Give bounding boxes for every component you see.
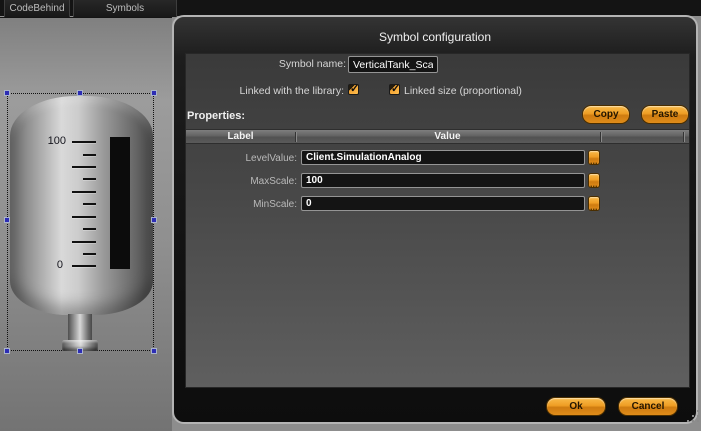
paste-button[interactable]: Paste bbox=[641, 105, 689, 124]
scale-tick bbox=[72, 241, 96, 243]
ellipsis-button[interactable] bbox=[588, 196, 600, 211]
linked-library-label: Linked with the library: bbox=[186, 85, 344, 97]
dialog-title: Symbol configuration bbox=[174, 30, 696, 44]
selection-handle-top-right[interactable] bbox=[151, 90, 157, 96]
selection-handle-middle-right[interactable] bbox=[151, 217, 157, 223]
scale-tick bbox=[72, 265, 96, 267]
tab-codebehind[interactable]: CodeBehind bbox=[4, 0, 70, 17]
scale-tick bbox=[83, 154, 96, 156]
design-canvas[interactable]: 100 0 bbox=[0, 18, 172, 431]
scale-max-label: 100 bbox=[30, 135, 66, 147]
cancel-button[interactable]: Cancel bbox=[618, 397, 678, 416]
column-header-value: Value bbox=[295, 131, 600, 142]
selection-handle-middle-left[interactable] bbox=[4, 217, 10, 223]
dialog-content-panel: Symbol name: Linked with the library: Li… bbox=[185, 53, 690, 388]
tab-symbols[interactable]: Symbols bbox=[73, 0, 177, 17]
scale-tick bbox=[72, 166, 96, 168]
resize-grip[interactable] bbox=[686, 409, 701, 424]
ellipsis-button[interactable] bbox=[588, 150, 600, 165]
property-row-value-input[interactable] bbox=[301, 173, 585, 188]
property-row-label: MaxScale: bbox=[186, 176, 297, 187]
scale-tick bbox=[83, 203, 96, 205]
property-row-label: MinScale: bbox=[186, 199, 297, 210]
vertical-tank-symbol[interactable] bbox=[10, 96, 153, 315]
tank-outlet-pipe bbox=[68, 314, 92, 341]
properties-table-header: Label Value bbox=[186, 129, 689, 144]
scale-tick bbox=[72, 141, 96, 143]
ellipsis-button[interactable] bbox=[588, 173, 600, 188]
column-separator bbox=[295, 132, 296, 142]
scale-tick bbox=[83, 253, 96, 255]
selection-handle-bottom-right[interactable] bbox=[151, 348, 157, 354]
property-row-value-input[interactable] bbox=[301, 150, 585, 165]
symbol-editor-screen: CodeBehind Symbols 100 0 Symbol configur… bbox=[0, 0, 701, 431]
linked-library-checkbox[interactable] bbox=[348, 84, 359, 95]
properties-label: Properties: bbox=[187, 110, 245, 122]
linked-size-checkbox[interactable] bbox=[389, 84, 400, 95]
column-separator bbox=[600, 132, 601, 142]
scale-tick bbox=[72, 191, 96, 193]
selection-handle-top-middle[interactable] bbox=[77, 90, 83, 96]
symbol-name-input[interactable] bbox=[348, 56, 438, 73]
property-row-value-input[interactable] bbox=[301, 196, 585, 211]
tank-level-bar bbox=[110, 137, 130, 269]
scale-tick bbox=[83, 228, 96, 230]
selection-handle-top-left[interactable] bbox=[4, 90, 10, 96]
selection-handle-bottom-left[interactable] bbox=[4, 348, 10, 354]
scale-tick bbox=[83, 178, 96, 180]
scale-tick bbox=[72, 216, 96, 218]
column-header-label: Label bbox=[186, 131, 295, 142]
selection-handle-bottom-middle[interactable] bbox=[77, 348, 83, 354]
column-separator bbox=[683, 132, 684, 142]
copy-button[interactable]: Copy bbox=[582, 105, 630, 124]
symbol-configuration-dialog: Symbol configuration Symbol name: Linked… bbox=[172, 15, 698, 424]
linked-size-label: Linked size (proportional) bbox=[404, 85, 522, 97]
scale-min-label: 0 bbox=[30, 259, 63, 271]
property-row-label: LevelValue: bbox=[186, 153, 297, 164]
symbol-name-label: Symbol name: bbox=[186, 58, 346, 70]
ok-button[interactable]: Ok bbox=[546, 397, 606, 416]
